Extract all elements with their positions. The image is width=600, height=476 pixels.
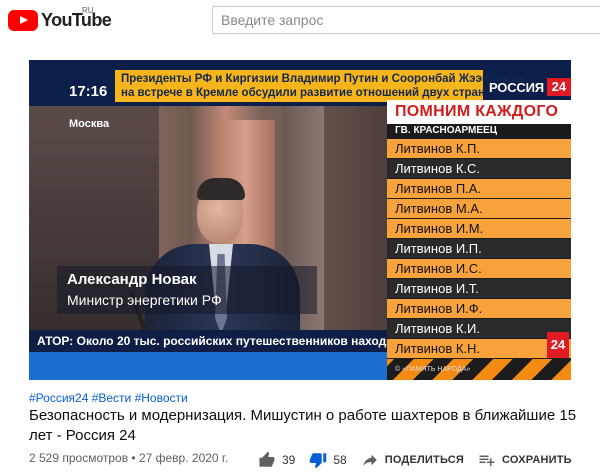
memorial-name: Литвинов И.М. [387, 219, 571, 239]
channel-logo: РОССИЯ 24 [489, 77, 571, 97]
save-label: СОХРАНИТЬ [502, 454, 572, 466]
headline-line-2: на встрече в Кремле обсудили развитие от… [121, 87, 485, 99]
memorial-subtitle: ГВ. КРАСНОАРМЕЕЦ [395, 125, 498, 136]
thumbs-up-icon [259, 451, 275, 467]
save-button[interactable]: СОХРАНИТЬ [478, 451, 572, 469]
channel-logo-number: 24 [546, 78, 571, 96]
add-to-playlist-icon [479, 455, 495, 466]
like-count: 39 [282, 453, 296, 467]
headline-line-1: Президенты РФ и Киргизии Владимир Путин … [121, 73, 523, 85]
channel-corner-badge: 24 [547, 332, 569, 358]
memorial-subtitle-bar: ГВ. КРАСНОАРМЕЕЦ [387, 124, 571, 139]
memorial-name: Литвинов И.П. [387, 239, 571, 259]
memorial-header: ПОМНИМ КАЖДОГО [387, 100, 571, 124]
memorial-name: Литвинов П.А. [387, 179, 571, 199]
action-bar: 39 58 ПОДЕЛИТЬСЯ СОХРАНИТЬ [258, 450, 586, 470]
memorial-name: Литвинов К.С. [387, 159, 571, 179]
share-icon [362, 454, 377, 466]
view-count-date: 2 529 просмотров • 27 февр. 2020 г. [29, 451, 229, 465]
youtube-logo[interactable]: YouTube RU [8, 6, 112, 31]
headline-box: Президенты РФ и Киргизии Владимир Путин … [115, 70, 523, 102]
channel-logo-text: РОССИЯ [489, 79, 544, 95]
memorial-footer: © «ПАМЯТЬ НАРОДА» [395, 366, 471, 373]
speaker-role: Министр энергетики РФ [67, 292, 222, 308]
broadcast-time: 17:16 [69, 83, 108, 100]
ticker-strip [29, 352, 387, 380]
share-label: ПОДЕЛИТЬСЯ [384, 454, 465, 466]
memorial-name: Литвинов И.Ф. [387, 299, 571, 319]
dislike-button[interactable]: 58 [309, 451, 347, 469]
location-label: Москва [69, 118, 110, 130]
memorial-name: Литвинов И.С. [387, 259, 571, 279]
masthead: YouTube RU [0, 0, 600, 44]
logo-text: YouTube [41, 9, 112, 30]
memorial-panel: ПОМНИМ КАЖДОГО ГВ. КРАСНОАРМЕЕЦ Литвинов… [387, 100, 571, 380]
search-box[interactable] [212, 6, 600, 34]
dislike-count: 58 [333, 453, 347, 467]
youtube-play-icon [8, 9, 38, 31]
memorial-name: Литвинов М.А. [387, 199, 571, 219]
memorial-name: Литвинов И.Т. [387, 279, 571, 299]
speaker-hair [197, 178, 245, 200]
memorial-title: ПОМНИМ КАЖДОГО [395, 103, 559, 120]
like-button[interactable]: 39 [258, 451, 295, 469]
memorial-name: Литвинов К.Н. [387, 339, 571, 359]
thumbs-down-icon [310, 453, 327, 469]
video-player[interactable]: 17:16 Президенты РФ и Киргизии Владимир … [29, 60, 571, 380]
memorial-name: Литвинов К.И. [387, 319, 571, 339]
speaker-name: Александр Новак [67, 271, 197, 288]
share-button[interactable]: ПОДЕЛИТЬСЯ [361, 451, 464, 469]
search-input[interactable] [213, 7, 600, 33]
logo-region: RU [82, 6, 94, 15]
memorial-name: Литвинов К.П. [387, 139, 571, 159]
hashtags[interactable]: #Россия24 #Вести #Новости [29, 391, 188, 405]
news-ticker: АТОР: Около 20 тыс. российских путешеств… [29, 330, 470, 352]
speaker-nameplate: Александр Новак Министр энергетики РФ [57, 266, 317, 314]
video-title: Безопасность и модернизация. Мишустин о … [29, 407, 577, 444]
memorial-names: Литвинов К.П. Литвинов К.С. Литвинов П.А… [387, 139, 571, 359]
